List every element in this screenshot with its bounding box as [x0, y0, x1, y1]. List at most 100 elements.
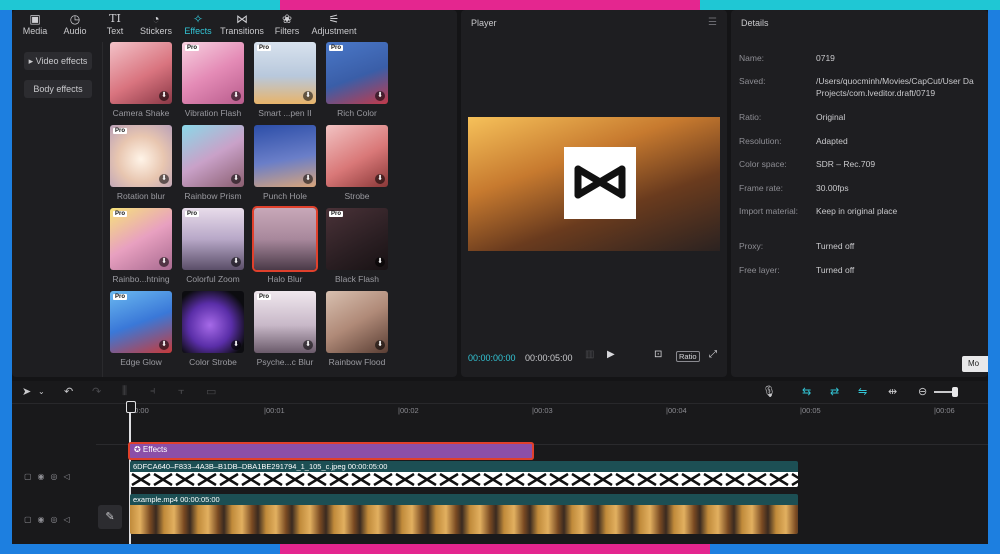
download-icon[interactable]: ⬇: [375, 91, 385, 101]
pro-badge: Pro: [329, 211, 344, 217]
detail-label: Import material:: [739, 206, 799, 216]
link-clips-icon[interactable]: ⇋: [858, 385, 867, 398]
undo-icon[interactable]: ↶: [64, 385, 73, 398]
effect-tile[interactable]: Pro ⬇ Black Flash: [326, 208, 388, 286]
effect-tile[interactable]: Pro ⬇ Psyche...c Blur: [254, 291, 316, 369]
tab-text[interactable]: TI Text: [100, 12, 130, 40]
redo-icon[interactable]: ↷: [92, 385, 101, 398]
zoom-slider-handle[interactable]: [952, 387, 958, 397]
download-icon[interactable]: ⬇: [303, 91, 313, 101]
effect-tile[interactable]: ⬇ Strobe: [326, 125, 388, 203]
preview-axis-icon[interactable]: ⇹: [888, 385, 897, 398]
tab-effects[interactable]: ✧ Effects: [180, 12, 216, 40]
effect-tile[interactable]: Pro ⬇ Vibration Flash: [182, 42, 244, 120]
effect-label: Black Flash: [335, 274, 379, 284]
effect-thumbnail: Pro ⬇: [254, 42, 316, 104]
tab-transitions[interactable]: ⋈ Transitions: [218, 12, 266, 40]
delete-icon[interactable]: ▭: [206, 385, 216, 398]
effect-tile[interactable]: Pro ⬇ Edge Glow: [110, 291, 172, 369]
magnet-snap-icon[interactable]: ⇄: [830, 385, 839, 398]
download-icon[interactable]: ⬇: [231, 91, 241, 101]
split-left-icon[interactable]: ⫞: [150, 385, 156, 398]
effect-thumbnail: Pro ⬇: [110, 125, 172, 187]
effect-clip[interactable]: ✪ Effects: [130, 444, 532, 458]
download-icon[interactable]: ⬇: [375, 257, 385, 267]
category-body-effects[interactable]: Body effects: [24, 80, 92, 98]
tab-media-label: Media: [22, 26, 48, 36]
capcut-logo-icon: [574, 165, 626, 199]
video-clip[interactable]: example.mp4 00:00:05:00: [130, 494, 798, 534]
effect-thumbnail-selected: [254, 208, 316, 270]
frame-border-left: [0, 10, 12, 554]
modify-button[interactable]: Mo: [962, 356, 988, 372]
effect-tile[interactable]: ⬇ Color Strobe: [182, 291, 244, 369]
link-main-track-icon[interactable]: ⇆: [802, 385, 811, 398]
effect-thumbnail: Pro ⬇: [182, 42, 244, 104]
effect-tile[interactable]: ⬇ Rainbow Flood: [326, 291, 388, 369]
effect-label: Vibration Flash: [184, 108, 242, 118]
tab-stickers[interactable]: ◔ Stickers: [136, 12, 176, 40]
ruler-tick: |00:06: [934, 406, 955, 415]
download-icon[interactable]: ⬇: [231, 340, 241, 350]
image-clip[interactable]: 6DFCA640–F833–4A3B–B1DB–DBA1BE291794_1_1…: [130, 461, 798, 487]
effect-tile[interactable]: Pro ⬇ Rainbo...htning: [110, 208, 172, 286]
effect-tile[interactable]: ⬇ Rainbow Prism: [182, 125, 244, 203]
download-icon[interactable]: ⬇: [159, 174, 169, 184]
frame-border-bottom-left: [0, 544, 280, 554]
track-controls-main[interactable]: ▢◉◎◁: [24, 515, 76, 524]
download-icon[interactable]: ⬇: [159, 257, 169, 267]
video-preview[interactable]: [468, 117, 720, 251]
track-controls-image[interactable]: ▢◉◎◁: [24, 472, 76, 481]
download-icon[interactable]: ⬇: [303, 174, 313, 184]
chevron-down-icon[interactable]: ⌄: [38, 387, 45, 396]
pro-badge: Pro: [257, 45, 272, 51]
playhead-handle[interactable]: [126, 401, 136, 413]
effect-tile[interactable]: ⬇ Camera Shake: [110, 42, 172, 120]
download-icon[interactable]: ⬇: [159, 340, 169, 350]
effect-tile[interactable]: Pro ⬇ Rich Color: [326, 42, 388, 120]
fullscreen-focus-icon[interactable]: ⊡: [654, 349, 662, 360]
effect-tile[interactable]: ⬇ Punch Hole: [254, 125, 316, 203]
effect-label: Psyche...c Blur: [256, 357, 314, 367]
timeline-grid-icon[interactable]: ▥: [585, 349, 594, 360]
effect-label: Colorful Zoom: [186, 274, 240, 284]
detail-value: 0719: [816, 53, 835, 63]
tab-adjustment[interactable]: ⚟ Adjustment: [308, 12, 360, 40]
detail-value: Turned off: [816, 265, 855, 275]
category-video-effects[interactable]: ▸ Video effects: [24, 52, 92, 70]
download-icon[interactable]: ⬇: [375, 340, 385, 350]
tab-adjustment-label: Adjustment: [311, 26, 357, 36]
time-ruler[interactable]: 00:00 |00:01 |00:02 |00:03 |00:04 |00:05…: [130, 403, 988, 419]
play-icon[interactable]: ▶: [607, 349, 615, 360]
detail-value: Original: [816, 112, 846, 122]
ratio-button[interactable]: Ratio: [676, 351, 700, 362]
download-icon[interactable]: ⬇: [231, 174, 241, 184]
download-icon[interactable]: ⬇: [231, 257, 241, 267]
microphone-icon[interactable]: 🎙: [762, 385, 776, 398]
download-icon[interactable]: ⬇: [303, 340, 313, 350]
effect-tile[interactable]: Pro ⬇ Smart ...pen II: [254, 42, 316, 120]
effect-tile[interactable]: Pro ⬇ Colorful Zoom: [182, 208, 244, 286]
menu-icon[interactable]: ☰: [708, 17, 717, 28]
effect-thumbnail: Pro ⬇: [110, 291, 172, 353]
split-icon[interactable]: ⫼: [122, 385, 127, 398]
frame-border-right: [988, 10, 1000, 554]
tab-transitions-label: Transitions: [220, 26, 264, 36]
tab-media[interactable]: ▣ Media: [18, 12, 52, 40]
effect-tile[interactable]: Halo Blur: [254, 208, 316, 286]
zoom-out-icon[interactable]: ⊖: [918, 385, 927, 398]
select-cursor-icon[interactable]: ➤: [22, 385, 31, 398]
tab-audio[interactable]: ◷ Audio: [58, 12, 92, 40]
pro-badge: Pro: [185, 211, 200, 217]
tab-filters[interactable]: ❀ Filters: [270, 12, 304, 40]
effect-tile[interactable]: Pro ⬇ Rotation blur: [110, 125, 172, 203]
effect-label: Camera Shake: [112, 108, 170, 118]
effect-thumbnail: ⬇: [182, 125, 244, 187]
split-right-icon[interactable]: ⫟: [178, 385, 185, 398]
expand-icon[interactable]: ⤢: [709, 349, 717, 360]
detail-value: 30.00fps: [816, 183, 849, 193]
download-icon[interactable]: ⬇: [159, 91, 169, 101]
download-icon[interactable]: ⬇: [375, 174, 385, 184]
capcut-logo: [564, 147, 636, 219]
edit-cover-icon[interactable]: ✎: [98, 505, 122, 529]
